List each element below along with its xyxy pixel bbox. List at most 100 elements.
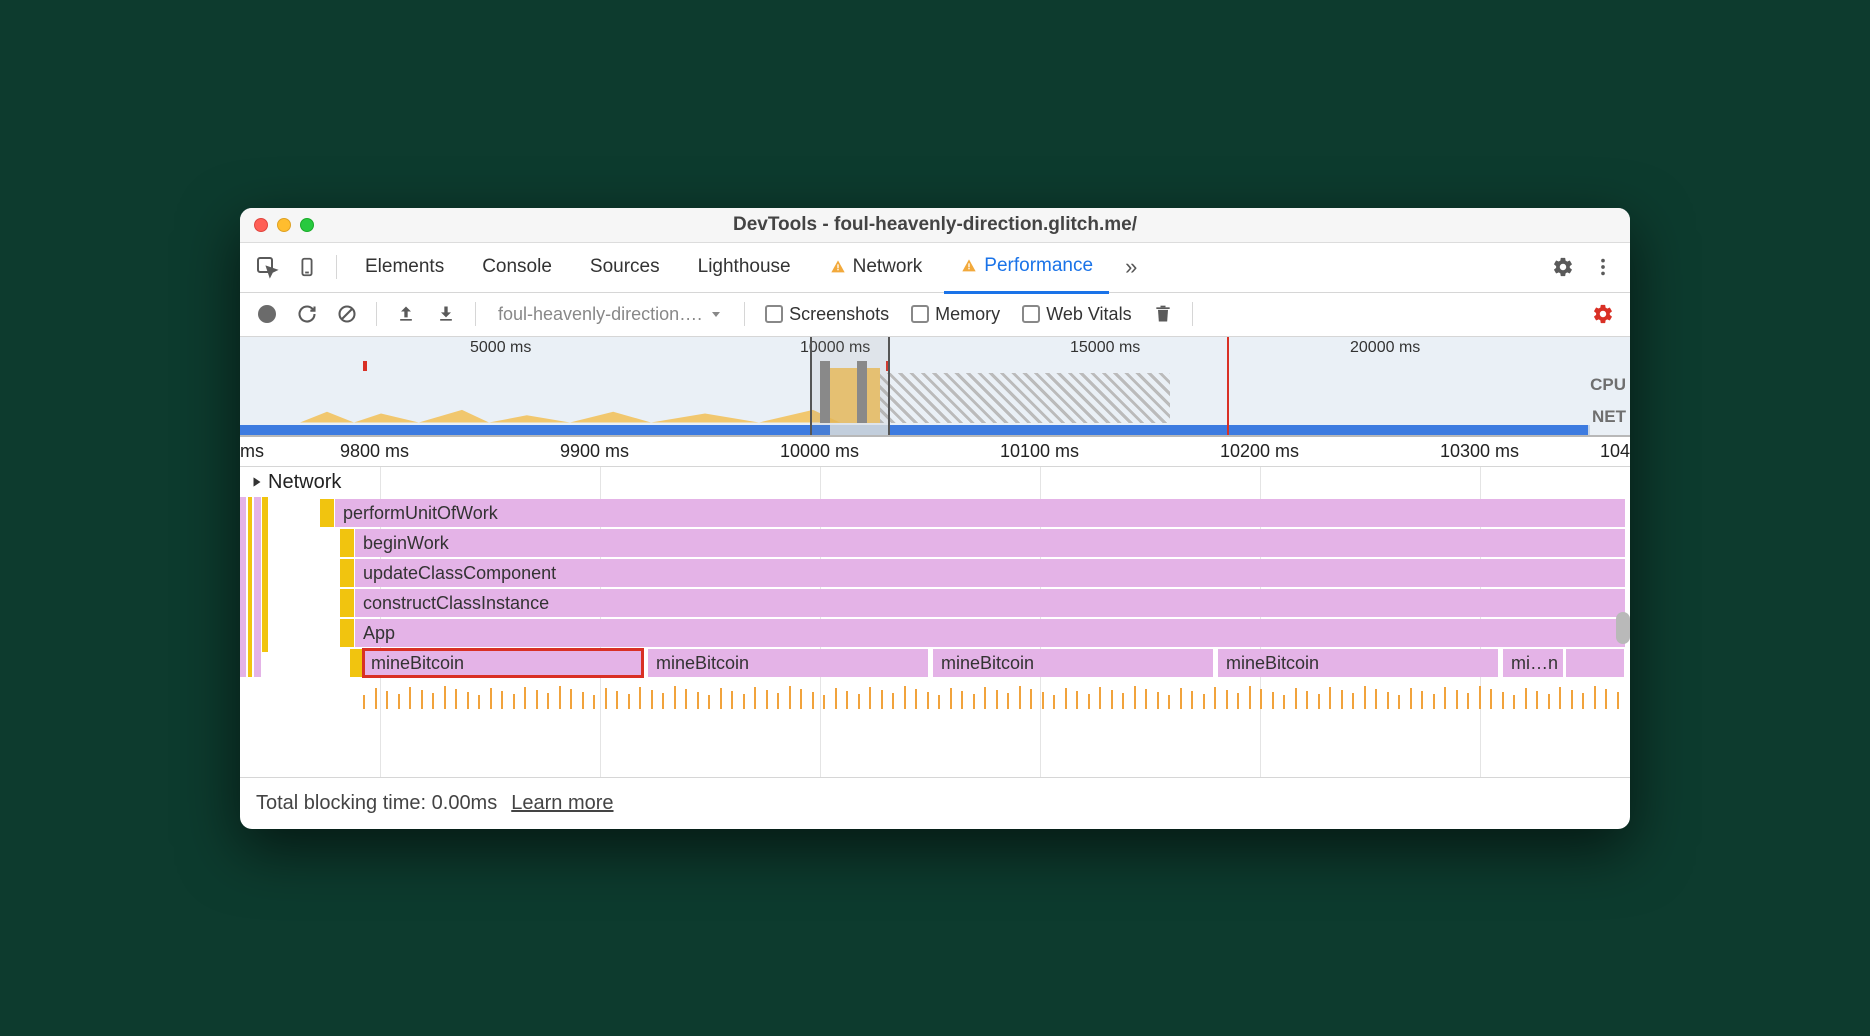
tab-lighthouse[interactable]: Lighthouse [682,242,807,292]
overview-viewport-selection[interactable] [810,337,890,435]
flame-frame[interactable]: App [355,619,1625,647]
flame-frame[interactable] [340,619,354,647]
devtools-window: DevTools - foul-heavenly-direction.glitc… [240,208,1630,829]
window-controls [254,218,314,232]
flame-frame[interactable] [320,499,334,527]
flame-chart[interactable]: Network performUnitOfWork beginWork upda… [240,467,1630,777]
tab-label: Sources [590,256,660,278]
separator [475,302,476,326]
flame-frame[interactable] [340,529,354,557]
inspect-element-icon[interactable] [250,250,284,284]
warning-icon [829,259,847,275]
flame-rows: performUnitOfWork beginWork updateClassC… [240,469,1630,709]
flame-frame[interactable] [350,649,362,677]
minimize-window-button[interactable] [277,218,291,232]
net-label: NET [1590,407,1626,427]
tab-label: Performance [984,255,1093,277]
tab-network[interactable]: Network [813,242,939,292]
tick-label: 15000 ms [1070,339,1140,357]
separator [336,255,337,279]
timeline-ruler[interactable]: ms 9800 ms 9900 ms 10000 ms 10100 ms 102… [240,437,1630,467]
overview-marker [1227,337,1229,435]
overview-cpu-chart [240,357,1590,435]
tab-label: Console [482,256,552,278]
vertical-scrollbar[interactable] [1616,612,1630,644]
flame-frame[interactable] [1566,649,1624,677]
device-toolbar-icon[interactable] [290,250,324,284]
titlebar: DevTools - foul-heavenly-direction.glitc… [240,208,1630,243]
webvitals-checkbox[interactable]: Web Vitals [1014,304,1139,325]
flame-frame[interactable]: updateClassComponent [355,559,1625,587]
memory-checkbox[interactable]: Memory [903,304,1008,325]
checkbox-icon [765,305,783,323]
checkbox-label: Memory [935,304,1000,325]
flame-frame[interactable]: mineBitcoin [933,649,1213,677]
kebab-menu-icon[interactable] [1586,250,1620,284]
checkbox-icon [911,305,929,323]
capture-settings-icon[interactable] [1586,297,1620,331]
close-window-button[interactable] [254,218,268,232]
overview-panel[interactable]: 5000 ms 10000 ms 15000 ms 20000 ms CPU N… [240,337,1630,437]
tick-label: 5000 ms [470,339,531,357]
learn-more-link[interactable]: Learn more [511,792,613,815]
flame-frame-highlighted[interactable]: mineBitcoin [363,649,643,677]
clear-button[interactable] [330,297,364,331]
warning-icon [960,258,978,274]
separator [1192,302,1193,326]
checkbox-icon [1022,305,1040,323]
ruler-tick: 10000 ms [780,441,859,462]
screenshots-checkbox[interactable]: Screenshots [757,304,897,325]
upload-icon[interactable] [389,297,423,331]
chevron-down-icon [710,308,722,320]
download-icon[interactable] [429,297,463,331]
flame-frame[interactable]: performUnitOfWork [335,499,1625,527]
collapse-arrow-icon [250,475,264,489]
network-track-header[interactable]: Network [244,469,347,496]
ruler-tick: 9800 ms [340,441,409,462]
tab-elements[interactable]: Elements [349,242,460,292]
overview-net-activity [240,425,830,435]
reload-button[interactable] [290,297,324,331]
tab-console[interactable]: Console [466,242,568,292]
tab-label: Network [853,256,923,278]
record-button[interactable] [250,297,284,331]
flame-frame[interactable]: mineBitcoin [648,649,928,677]
overview-net-activity [888,425,1588,435]
ruler-tick: 9900 ms [560,441,629,462]
ruler-tick: 10100 ms [1000,441,1079,462]
track-header-label: Network [268,471,341,494]
more-tabs-button[interactable]: » [1115,254,1147,280]
separator [744,302,745,326]
tab-performance[interactable]: Performance [944,241,1109,294]
flame-micro-ticks [363,679,1623,709]
ruler-tick: 104 [1600,441,1630,462]
cpu-label: CPU [1590,375,1626,395]
tick-label: 20000 ms [1350,339,1420,357]
trash-icon[interactable] [1146,297,1180,331]
maximize-window-button[interactable] [300,218,314,232]
tab-sources[interactable]: Sources [574,242,676,292]
tab-label: Elements [365,256,444,278]
window-title: DevTools - foul-heavenly-direction.glitc… [733,214,1137,236]
total-blocking-time: Total blocking time: 0.00ms [256,792,497,815]
footer-bar: Total blocking time: 0.00ms Learn more [240,777,1630,829]
flame-frame[interactable]: mineBitcoin [1218,649,1498,677]
tab-label: Lighthouse [698,256,791,278]
separator [376,302,377,326]
performance-toolbar: foul-heavenly-direction…. Screenshots Me… [240,293,1630,337]
flame-frame[interactable]: mi…n [1503,649,1563,677]
flame-frame[interactable]: constructClassInstance [355,589,1625,617]
overview-track-labels: CPU NET [1590,375,1626,439]
flame-frame[interactable] [340,559,354,587]
flame-frame[interactable] [340,589,354,617]
select-value: foul-heavenly-direction…. [498,304,702,325]
flame-frame[interactable]: beginWork [355,529,1625,557]
ruler-tick: ms [240,441,264,462]
tab-bar: Elements Console Sources Lighthouse Netw… [240,243,1630,293]
checkbox-label: Screenshots [789,304,889,325]
settings-icon[interactable] [1546,250,1580,284]
ruler-tick: 10300 ms [1440,441,1519,462]
ruler-tick: 10200 ms [1220,441,1299,462]
profile-select[interactable]: foul-heavenly-direction…. [488,300,732,329]
checkbox-label: Web Vitals [1046,304,1131,325]
